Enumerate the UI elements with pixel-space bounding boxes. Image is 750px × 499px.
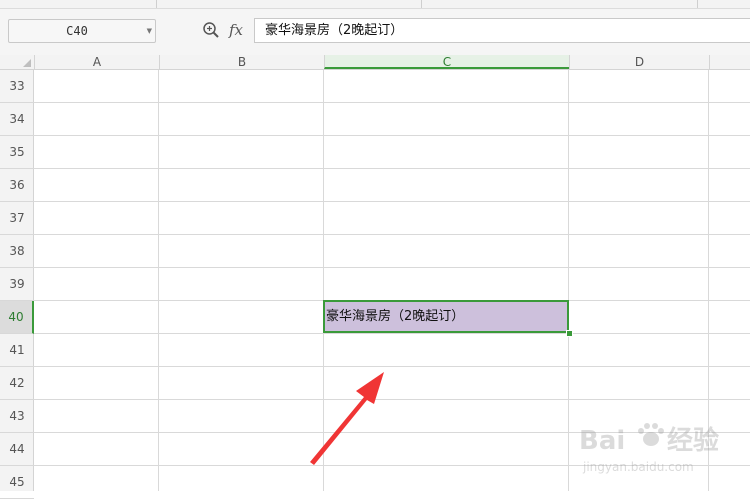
svg-text:jingyan.baidu.com: jingyan.baidu.com: [582, 460, 694, 474]
grid-row-line: [34, 234, 750, 235]
toolbar-divider: [697, 0, 698, 8]
column-header-b[interactable]: B: [159, 55, 324, 69]
row-header[interactable]: 35: [0, 136, 34, 169]
selected-cell-c40[interactable]: 豪华海景房（2晚起订）: [323, 300, 569, 333]
grid-column-line: [158, 70, 159, 491]
grid-row-line: [34, 267, 750, 268]
grid-row-line: [34, 135, 750, 136]
row-header[interactable]: 37: [0, 202, 34, 235]
cell-text: 豪华海景房（2晚起订）: [326, 309, 465, 324]
column-header-bar: A B C D: [0, 55, 750, 70]
row-header[interactable]: 44: [0, 433, 34, 466]
row-header-bar: 33 34 35 36 37 38 39 40 41 42 43 44 45: [0, 70, 34, 499]
formula-bar: C40 ▼ fx 豪华海景房（2晚起订）: [0, 9, 750, 55]
grid-row-line: [34, 168, 750, 169]
name-box[interactable]: C40 ▼: [8, 19, 156, 43]
grid-row-line: [34, 201, 750, 202]
row-header[interactable]: 33: [0, 70, 34, 103]
svg-text:Bai: Bai: [579, 426, 625, 456]
row-header[interactable]: 39: [0, 268, 34, 301]
baidu-jingyan-watermark: Bai 经验 jingyan.baidu.com: [579, 423, 719, 474]
toolbar-divider: [156, 0, 157, 8]
toolbar-divider: [421, 0, 422, 8]
fx-icon[interactable]: fx: [229, 21, 243, 39]
row-header[interactable]: 42: [0, 367, 34, 400]
row-header[interactable]: 41: [0, 334, 34, 367]
formula-input[interactable]: 豪华海景房（2晚起订）: [254, 18, 750, 43]
select-all-corner[interactable]: [0, 55, 34, 69]
magnifier-zoom-icon[interactable]: [202, 21, 220, 39]
row-header[interactable]: 34: [0, 103, 34, 136]
svg-text:经验: 经验: [667, 425, 719, 456]
chevron-down-icon[interactable]: ▼: [147, 27, 152, 35]
formula-content: 豪华海景房（2晚起订）: [265, 23, 404, 38]
grid-column-line: [568, 70, 569, 491]
row-header[interactable]: 36: [0, 169, 34, 202]
column-header-e[interactable]: [709, 55, 750, 69]
fill-handle[interactable]: [566, 330, 573, 337]
column-header-c[interactable]: C: [324, 55, 569, 69]
toolbar-strip: [0, 0, 750, 9]
column-header-a[interactable]: A: [34, 55, 159, 69]
column-header-d[interactable]: D: [569, 55, 709, 69]
grid-row-line: [34, 333, 750, 334]
name-box-value: C40: [66, 24, 88, 38]
row-header[interactable]: 45: [0, 466, 34, 499]
grid-row-line: [34, 102, 750, 103]
row-header[interactable]: 38: [0, 235, 34, 268]
red-arrow-icon: [310, 372, 384, 465]
row-header-selected[interactable]: 40: [0, 301, 34, 334]
row-header[interactable]: 43: [0, 400, 34, 433]
